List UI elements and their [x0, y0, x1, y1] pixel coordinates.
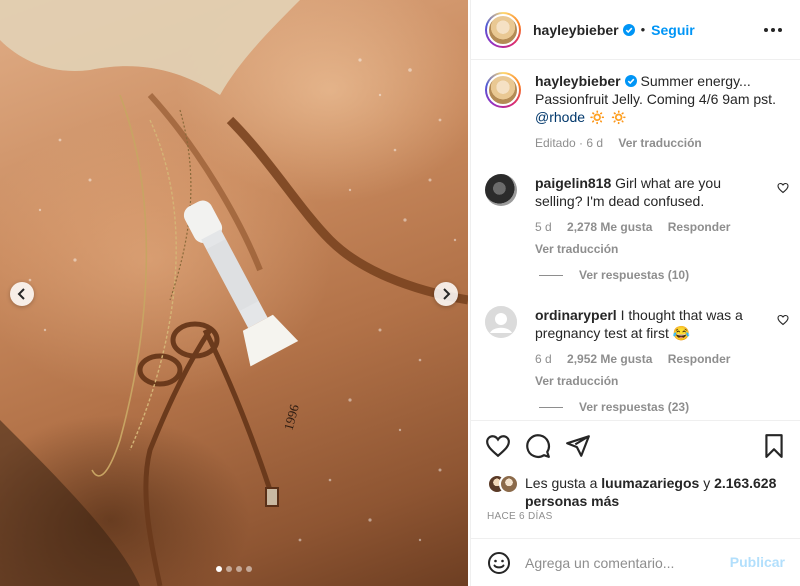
comments-list[interactable]: hayleybieber Summer energy... Passionfru… — [471, 60, 800, 420]
comment-item: ordinaryperl I thought that was a pregna… — [485, 306, 789, 390]
post-caption: hayleybieber Summer energy... Passionfru… — [485, 72, 785, 152]
likes-prefix: Les gusta a — [525, 475, 598, 491]
view-replies-label: Ver respuestas (23) — [579, 400, 690, 414]
reply-button[interactable]: Responder — [668, 220, 731, 234]
post-comment-button[interactable]: Publicar — [730, 554, 785, 570]
likes-suffix[interactable]: personas más — [525, 493, 619, 509]
caption-meta: Editado · 6 d Ver traducción — [535, 134, 785, 152]
like-heart-icon[interactable] — [485, 433, 511, 459]
comment-likes[interactable]: 2,278 Me gusta — [567, 220, 652, 234]
verified-badge-icon — [624, 75, 637, 87]
post-actions — [471, 420, 800, 472]
caption-avatar[interactable] — [485, 72, 521, 108]
mention-link[interactable]: @rhode — [535, 109, 585, 125]
comment-time: 6 d — [535, 352, 552, 366]
comment-translate-link[interactable]: Ver traducción — [535, 372, 763, 390]
verified-badge-icon — [622, 23, 635, 36]
view-replies-button[interactable]: Ver respuestas (23) — [539, 400, 689, 414]
reply-button[interactable]: Responder — [668, 352, 731, 366]
commenter-avatar[interactable] — [485, 174, 517, 206]
commenter-username[interactable]: ordinaryperl — [535, 307, 617, 323]
caption-edited-time: Editado · 6 d — [535, 136, 604, 150]
view-replies-button[interactable]: Ver respuestas (10) — [539, 268, 689, 282]
post-photo[interactable]: 1996 — [0, 0, 468, 586]
header-separator: • — [640, 22, 646, 37]
caption-username[interactable]: hayleybieber — [535, 73, 621, 89]
likes-count[interactable]: 2.163.628 — [714, 475, 776, 491]
more-options-icon[interactable] — [761, 20, 785, 40]
comment-input[interactable] — [525, 554, 721, 571]
carousel-dot — [226, 566, 232, 572]
like-comment-heart-icon[interactable] — [777, 314, 789, 326]
emoji-smiley-icon[interactable] — [487, 551, 511, 575]
caption-emoji: 🔅 🔅 — [588, 109, 628, 125]
save-bookmark-icon[interactable] — [761, 433, 787, 459]
photo-scene: 1996 — [0, 0, 468, 586]
author-username[interactable]: hayleybieber — [533, 22, 619, 38]
add-comment-bar: Publicar — [471, 538, 800, 586]
comment-meta: 5 d 2,278 Me gusta Responder — [535, 218, 763, 236]
comment-item: paigelin818 Girl what are you selling? I… — [485, 174, 789, 258]
caption-translate-link[interactable]: Ver traducción — [618, 136, 701, 150]
commenter-avatar[interactable] — [485, 306, 517, 338]
carousel-indicator — [216, 566, 252, 572]
post-time-ago[interactable]: HACE 6 DÍAS — [487, 511, 553, 522]
view-replies-label: Ver respuestas (10) — [579, 268, 690, 282]
default-avatar-icon — [485, 306, 517, 338]
comment-meta: 6 d 2,952 Me gusta Responder — [535, 350, 763, 368]
carousel-dot — [236, 566, 242, 572]
likes-connector: y — [703, 475, 711, 491]
author-avatar[interactable] — [485, 11, 521, 48]
liker-avatars — [487, 474, 523, 496]
liker-username[interactable]: luumazariegos — [601, 475, 699, 491]
commenter-username[interactable]: paigelin818 — [535, 175, 611, 191]
previous-photo-button[interactable] — [10, 282, 34, 306]
comment-likes[interactable]: 2,952 Me gusta — [567, 352, 652, 366]
follow-button[interactable]: Seguir — [651, 22, 695, 38]
likes-summary: Les gusta a luumazariegos y 2.163.628 pe… — [487, 474, 787, 510]
next-photo-button[interactable] — [434, 282, 458, 306]
carousel-dot — [246, 566, 252, 572]
svg-text:1996: 1996 — [281, 402, 302, 431]
chevron-left-icon — [17, 288, 25, 300]
comment-time: 5 d — [535, 220, 552, 234]
post-header: hayleybieber • Seguir — [471, 0, 800, 60]
share-send-icon[interactable] — [565, 433, 591, 459]
carousel-dot — [216, 566, 222, 572]
like-comment-heart-icon[interactable] — [777, 182, 789, 194]
chevron-right-icon — [443, 288, 451, 300]
post-side-panel: hayleybieber • Seguir hayleybieber Summe… — [470, 0, 800, 586]
comment-translate-link[interactable]: Ver traducción — [535, 240, 763, 258]
comment-bubble-icon[interactable] — [525, 433, 551, 459]
